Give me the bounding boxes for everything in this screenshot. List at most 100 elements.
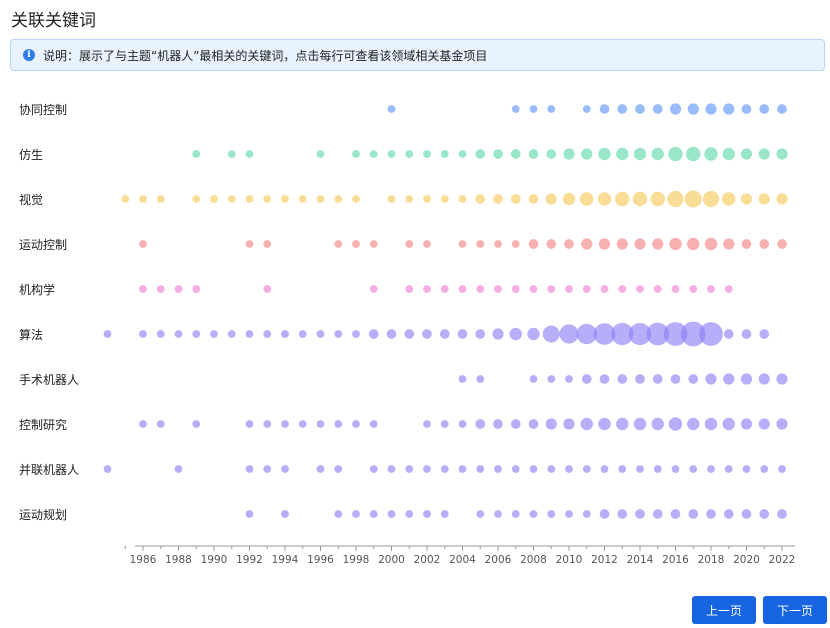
data-point[interactable]: [387, 150, 396, 158]
data-point[interactable]: [777, 239, 787, 249]
data-point[interactable]: [704, 417, 718, 431]
data-point[interactable]: [281, 510, 289, 518]
data-point[interactable]: [334, 240, 343, 248]
data-point[interactable]: [759, 239, 770, 249]
data-point[interactable]: [352, 240, 360, 248]
data-point[interactable]: [298, 195, 307, 203]
data-point[interactable]: [192, 330, 201, 338]
data-point[interactable]: [702, 190, 720, 208]
data-point[interactable]: [580, 417, 593, 431]
data-point[interactable]: [653, 465, 662, 473]
data-point[interactable]: [684, 190, 702, 208]
data-point[interactable]: [776, 148, 788, 160]
data-point[interactable]: [777, 104, 787, 114]
data-point[interactable]: [476, 240, 485, 248]
data-point[interactable]: [651, 417, 664, 431]
row-hit-area[interactable]: [10, 89, 800, 129]
data-point[interactable]: [263, 285, 272, 293]
data-point[interactable]: [741, 104, 752, 114]
data-point[interactable]: [528, 194, 539, 204]
data-point[interactable]: [688, 374, 699, 384]
data-point[interactable]: [547, 465, 556, 473]
data-point[interactable]: [740, 148, 753, 160]
data-point[interactable]: [174, 285, 183, 293]
data-point[interactable]: [668, 417, 683, 431]
data-point[interactable]: [439, 329, 450, 339]
data-point[interactable]: [582, 285, 591, 293]
data-point[interactable]: [689, 285, 698, 293]
data-point[interactable]: [245, 465, 254, 473]
data-point[interactable]: [723, 238, 735, 250]
data-point[interactable]: [156, 195, 165, 203]
next-page-button[interactable]: 下一页: [763, 596, 827, 624]
data-point[interactable]: [334, 465, 343, 473]
data-point[interactable]: [529, 375, 538, 383]
data-point[interactable]: [618, 285, 627, 293]
data-point[interactable]: [565, 375, 573, 383]
data-point[interactable]: [475, 149, 486, 159]
data-point[interactable]: [598, 238, 611, 250]
data-point[interactable]: [511, 240, 520, 248]
data-point[interactable]: [652, 374, 663, 384]
data-point[interactable]: [369, 465, 378, 473]
data-point[interactable]: [741, 509, 752, 519]
data-point[interactable]: [369, 285, 378, 293]
data-point[interactable]: [635, 509, 645, 519]
data-point[interactable]: [440, 465, 449, 473]
data-point[interactable]: [210, 195, 218, 203]
data-point[interactable]: [651, 147, 664, 161]
data-point[interactable]: [616, 417, 629, 431]
keyword-row[interactable]: 视觉: [10, 179, 800, 219]
data-point[interactable]: [458, 420, 467, 428]
data-point[interactable]: [440, 195, 449, 203]
data-point[interactable]: [529, 285, 538, 293]
data-point[interactable]: [529, 465, 538, 473]
data-point[interactable]: [387, 465, 396, 473]
keyword-row[interactable]: 协同控制: [10, 89, 800, 129]
data-point[interactable]: [671, 285, 680, 293]
data-point[interactable]: [650, 191, 665, 207]
data-point[interactable]: [636, 465, 644, 473]
data-point[interactable]: [563, 148, 575, 160]
data-point[interactable]: [423, 240, 431, 248]
data-point[interactable]: [210, 330, 218, 338]
data-point[interactable]: [707, 285, 715, 293]
data-point[interactable]: [245, 240, 254, 248]
data-point[interactable]: [559, 324, 579, 344]
data-point[interactable]: [529, 510, 538, 518]
data-point[interactable]: [369, 150, 378, 158]
data-point[interactable]: [740, 373, 753, 385]
data-point[interactable]: [759, 509, 770, 519]
data-point[interactable]: [281, 420, 289, 428]
data-point[interactable]: [263, 240, 272, 248]
data-point[interactable]: [334, 420, 343, 428]
data-point[interactable]: [334, 330, 343, 338]
data-point[interactable]: [759, 104, 770, 114]
data-point[interactable]: [245, 150, 254, 158]
data-point[interactable]: [316, 330, 325, 338]
data-point[interactable]: [704, 237, 718, 251]
data-point[interactable]: [511, 105, 520, 113]
data-point[interactable]: [192, 420, 201, 428]
data-point[interactable]: [492, 328, 504, 340]
data-point[interactable]: [281, 465, 289, 473]
data-point[interactable]: [423, 465, 431, 473]
data-point[interactable]: [405, 150, 414, 158]
data-point[interactable]: [758, 148, 770, 160]
data-point[interactable]: [668, 146, 683, 162]
keyword-row[interactable]: 机构学: [10, 269, 800, 309]
data-point[interactable]: [245, 420, 254, 428]
data-point[interactable]: [316, 420, 325, 428]
data-point[interactable]: [760, 465, 769, 473]
data-point[interactable]: [423, 420, 431, 428]
data-point[interactable]: [724, 465, 733, 473]
data-point[interactable]: [423, 285, 431, 293]
data-point[interactable]: [476, 285, 485, 293]
data-point[interactable]: [476, 465, 485, 473]
data-point[interactable]: [545, 418, 557, 430]
data-point[interactable]: [758, 373, 770, 385]
data-point[interactable]: [174, 465, 183, 473]
keyword-row[interactable]: 并联机器人: [10, 449, 800, 489]
data-point[interactable]: [494, 465, 502, 473]
data-point[interactable]: [458, 240, 467, 248]
